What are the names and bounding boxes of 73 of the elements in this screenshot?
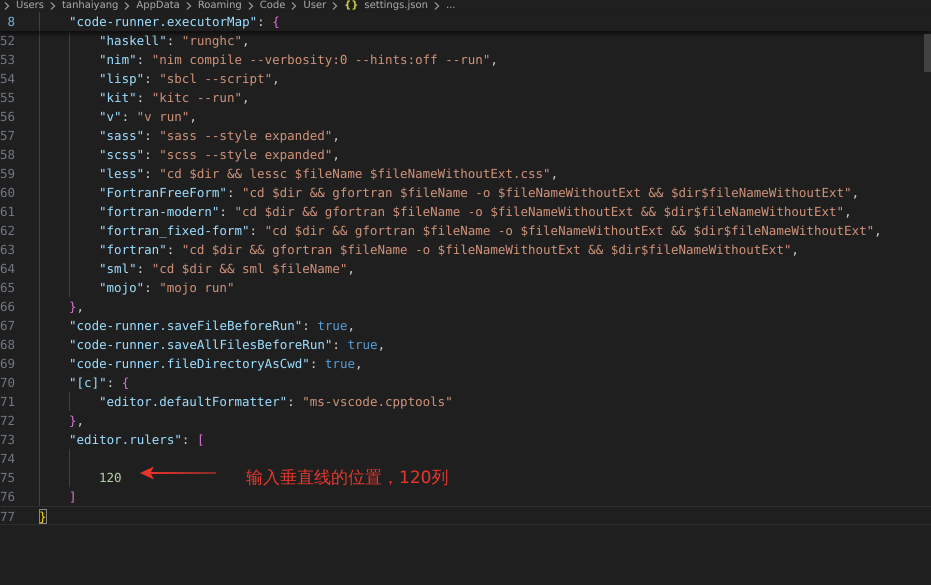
code-line: "code-runner.saveFileBeforeRun": true, xyxy=(69,317,355,335)
breadcrumb-item[interactable]: User xyxy=(303,0,326,12)
chevron-right-icon xyxy=(50,2,56,10)
code-line: "nim": "nim compile --verbosity:0 --hints:off --run", xyxy=(99,51,498,69)
line-number: 76 xyxy=(0,488,15,506)
code-line: "fortran_fixed-form": "cd $dir && gfortran $fileName -o $fileNameWithoutExt && $dir$fileNameWithoutExt", xyxy=(99,222,882,240)
line-number: 57 xyxy=(0,127,15,145)
code-line: 120 xyxy=(99,469,122,487)
line-number: 60 xyxy=(0,184,15,202)
code-line: "sass": "sass --style expanded", xyxy=(99,127,340,145)
chevron-right-icon xyxy=(4,2,10,10)
line-number: 55 xyxy=(0,89,15,107)
line-number: 68 xyxy=(0,336,15,354)
breadcrumb-item[interactable]: settings.json xyxy=(364,0,428,12)
line-number: 8 xyxy=(6,13,15,31)
chevron-right-icon xyxy=(186,2,192,10)
code-line: "scss": "scss --style expanded", xyxy=(99,146,340,164)
line-number: 71 xyxy=(0,393,15,411)
line-number: 59 xyxy=(0,165,15,183)
line-number: 61 xyxy=(0,203,15,221)
line-number: 66 xyxy=(0,298,15,316)
breadcrumb-item[interactable]: tanhaiyang xyxy=(62,0,118,12)
code-line: "mojo": "mojo run" xyxy=(99,279,234,297)
annotation-text: 输入垂直线的位置，120列 xyxy=(246,467,448,489)
code-line: "fortran": "cd $dir && gfortran $fileName -o $fileNameWithoutExt && $dir$fileNameWithoutExt", xyxy=(99,241,799,259)
code-line: }, xyxy=(69,298,84,316)
code-line: "editor.defaultFormatter": "ms-vscode.cpptools" xyxy=(99,393,453,411)
code-line: "sml": "cd $dir && sml $fileName", xyxy=(99,260,355,278)
breadcrumb-item[interactable]: Roaming xyxy=(198,0,242,12)
line-number: 58 xyxy=(0,146,15,164)
line-number: 75 xyxy=(0,469,15,487)
code-line: "[c]": { xyxy=(69,374,130,392)
line-number: 72 xyxy=(0,412,15,430)
line-number: 67 xyxy=(0,317,15,335)
line-number: 54 xyxy=(0,70,15,88)
code-line: "editor.rulers": [ xyxy=(69,431,204,449)
scrollbar-thumb[interactable] xyxy=(924,34,931,72)
line-number: 62 xyxy=(0,222,15,240)
chevron-right-icon xyxy=(291,2,298,10)
line-number: 70 xyxy=(0,374,15,392)
code-line: "v": "v run", xyxy=(99,108,197,126)
arrow-icon xyxy=(140,466,216,480)
chevron-right-icon xyxy=(332,2,338,10)
line-number: 52 xyxy=(0,32,15,50)
json-file-icon: {} xyxy=(344,0,358,12)
breadcrumb-item[interactable]: Code xyxy=(260,0,286,12)
breadcrumb-item[interactable]: Users xyxy=(16,0,44,12)
line-number: 74 xyxy=(0,450,15,468)
code-line: "lisp": "sbcl --script", xyxy=(99,70,280,88)
line-number: 73 xyxy=(0,431,15,449)
code-line: ] xyxy=(69,488,77,506)
code-line: "fortran-modern": "cd $dir && gfortran $fileName -o $fileNameWithoutExt && $dir$fileNameWithoutExt", xyxy=(99,203,852,221)
code-line: "code-runner.fileDirectoryAsCwd": true, xyxy=(69,355,363,373)
code-line: }, xyxy=(69,412,84,430)
line-number: 77 xyxy=(0,508,15,524)
line-number: 56 xyxy=(0,108,15,126)
breadcrumb-item[interactable]: ... xyxy=(446,0,456,12)
code-line: "kit": "kitc --run", xyxy=(99,89,250,107)
code-line: "code-runner.saveAllFilesBeforeRun": true, xyxy=(69,336,386,354)
code-line: "haskell": "runghc", xyxy=(99,32,250,50)
breadcrumb-item[interactable]: AppData xyxy=(136,0,180,12)
code-line: "FortranFreeForm": "cd $dir && gfortran $fileName -o $fileNameWithoutExt && $dir$fileNameWithoutExt", xyxy=(99,184,860,202)
chevron-right-icon xyxy=(124,2,130,10)
chevron-right-icon xyxy=(248,2,254,10)
line-number: 63 xyxy=(0,241,15,259)
line-number: 64 xyxy=(0,260,15,278)
code-line: } xyxy=(39,508,47,526)
line-number: 69 xyxy=(0,355,15,373)
line-number: 65 xyxy=(0,279,15,297)
chevron-right-icon xyxy=(434,2,440,10)
line-number: 53 xyxy=(0,51,15,69)
code-line: "less": "cd $dir && lessc $fileName $fileNameWithoutExt.css", xyxy=(99,165,558,183)
code-line: "code-runner.executorMap": { xyxy=(69,13,280,31)
